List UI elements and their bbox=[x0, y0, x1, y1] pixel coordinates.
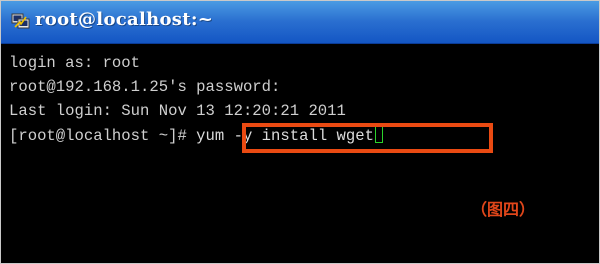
terminal-line-password: root@192.168.1.25's password: bbox=[9, 78, 281, 96]
figure-label: （图四） bbox=[471, 200, 536, 219]
terminal-screen[interactable]: login as: root root@192.168.1.25's passw… bbox=[1, 44, 599, 263]
command-highlight-box bbox=[242, 123, 493, 153]
terminal-window: root@localhost:~ login as: root root@192… bbox=[0, 0, 600, 264]
shell-prompt: [root@localhost ~]# bbox=[9, 127, 187, 145]
terminal-line-last-login: Last login: Sun Nov 13 12:20:21 2011 bbox=[9, 102, 346, 120]
terminal-line-login: login as: root bbox=[9, 54, 141, 72]
putty-icon[interactable] bbox=[11, 11, 31, 31]
window-title: root@localhost:~ bbox=[35, 9, 214, 30]
title-bar[interactable]: root@localhost:~ bbox=[1, 1, 599, 44]
